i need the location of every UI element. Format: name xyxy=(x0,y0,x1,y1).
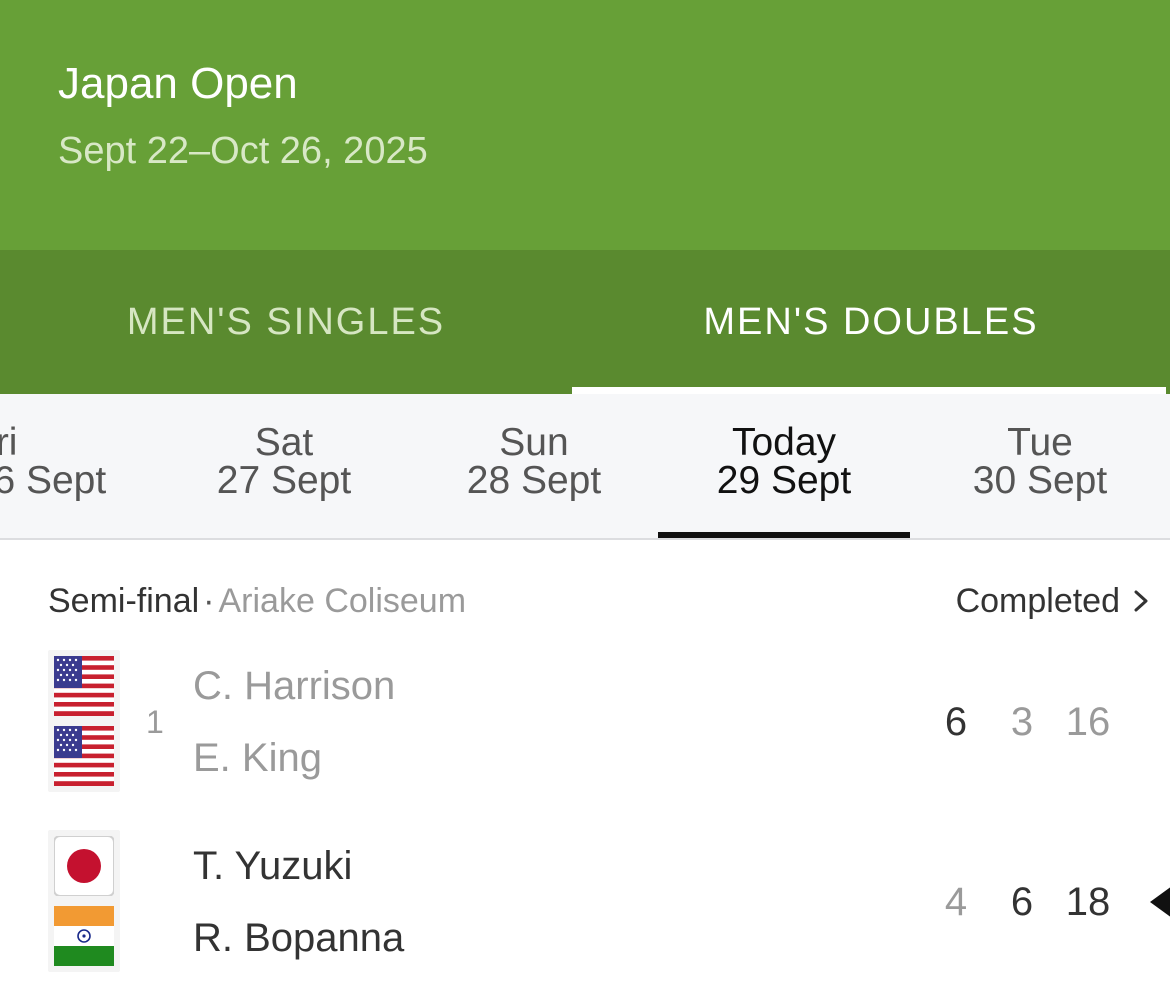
match-venue: Ariake Coliseum xyxy=(218,582,467,620)
tournament-header: Japan Open Sept 22–Oct 26, 2025 xyxy=(0,0,1170,250)
tournament-dates: Sept 22–Oct 26, 2025 xyxy=(58,130,428,172)
day-date: 28 Sept xyxy=(466,459,602,502)
day-selector[interactable]: Fri 26 Sept Sat 27 Sept Sun 28 Sept Toda… xyxy=(0,394,1170,540)
india-flag-icon xyxy=(48,900,120,972)
day-sun[interactable]: Sun 28 Sept xyxy=(434,421,634,502)
set-score: 6 xyxy=(1010,880,1034,924)
day-name: Today xyxy=(731,421,837,464)
event-tabs: MEN'S SINGLES MEN'S DOUBLES xyxy=(0,250,1170,394)
tab-selected-indicator xyxy=(572,387,1166,394)
set-score: 6 xyxy=(944,700,968,744)
meta-separator: · xyxy=(203,582,215,620)
day-fri[interactable]: Fri 26 Sept xyxy=(0,421,144,502)
player-name: E. King xyxy=(193,736,322,780)
japan-flag-icon xyxy=(48,830,120,902)
day-date: 30 Sept xyxy=(972,459,1108,502)
player-name: C. Harrison xyxy=(193,664,396,708)
day-name: Sat xyxy=(254,421,314,464)
day-date: 27 Sept xyxy=(216,459,352,502)
match-status-link[interactable]: Completed xyxy=(956,582,1120,620)
player-name: R. Bopanna xyxy=(193,916,405,960)
day-name: Sun xyxy=(499,421,569,464)
match-meta: Semi-final · Ariake Coliseum xyxy=(48,582,466,620)
day-sat[interactable]: Sat 27 Sept xyxy=(184,421,384,502)
usa-flag-icon xyxy=(48,720,120,792)
set-score: 3 xyxy=(1010,700,1034,744)
set-score: 4 xyxy=(944,880,968,924)
usa-flag-icon xyxy=(48,650,120,722)
tab-mens-singles[interactable]: MEN'S SINGLES xyxy=(0,250,572,394)
day-date: 29 Sept xyxy=(716,459,852,502)
winner-arrow-icon xyxy=(1150,886,1170,918)
set-score: 16 xyxy=(1065,700,1111,744)
set-score: 18 xyxy=(1065,880,1111,924)
day-today[interactable]: Today 29 Sept xyxy=(684,421,884,502)
day-tue[interactable]: Tue 30 Sept xyxy=(938,421,1142,502)
day-name: Tue xyxy=(1007,421,1073,464)
day-date: 26 Sept xyxy=(0,459,107,502)
tab-mens-doubles[interactable]: MEN'S DOUBLES xyxy=(572,250,1170,394)
player-name: T. Yuzuki xyxy=(193,844,353,888)
team-seed: 1 xyxy=(146,704,164,740)
day-selected-indicator xyxy=(658,532,910,538)
chevron-right-icon[interactable] xyxy=(1130,590,1152,612)
match-round: Semi-final xyxy=(48,582,200,620)
tournament-title: Japan Open xyxy=(58,59,298,108)
day-name: Fri xyxy=(0,421,18,464)
